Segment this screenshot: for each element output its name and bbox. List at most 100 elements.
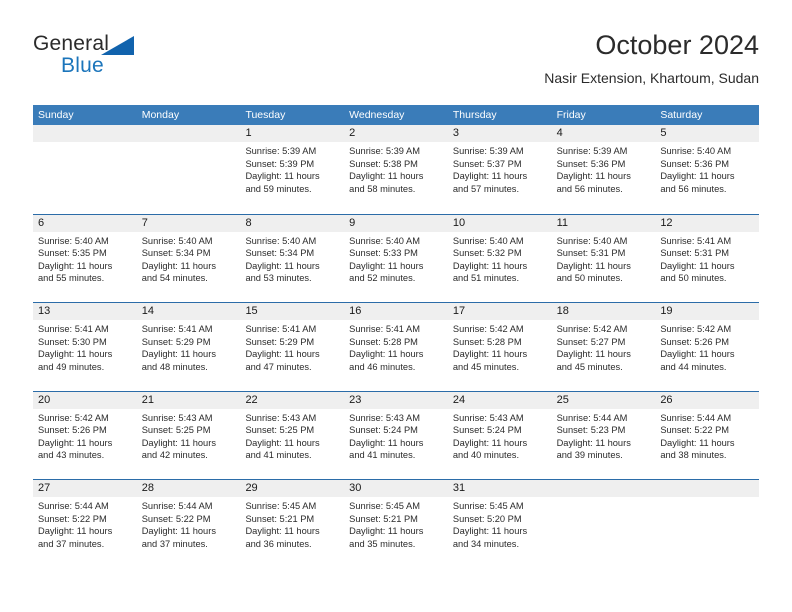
calendar-day-cell[interactable]: 21 Sunrise: 5:43 AM Sunset: 5:25 PM Dayligh…	[136, 391, 241, 480]
day-info-line: Sunset: 5:28 PM	[349, 336, 418, 347]
day-info-line: Daylight: 11 hours	[349, 437, 424, 448]
day-info-line: Daylight: 11 hours	[452, 349, 528, 360]
calendar-day-cell[interactable]: 20 Sunrise: 5:42 AM Sunset: 5:26 PM Dayligh…	[33, 391, 137, 480]
calendar-day-cell[interactable]: 8 Sunrise: 5:40 AM Sunset: 5:34 PM Daylight…	[240, 214, 345, 303]
day-sun-info: Sunrise: 5:42 AM Sunset: 5:26 PM Daylight:…	[655, 320, 759, 373]
day-info-line: Daylight: 11 hours	[245, 349, 320, 360]
calendar-day-cell[interactable]: 4 Sunrise: 5:39 AM Sunset: 5:36 PM Daylight…	[551, 125, 656, 214]
calendar-day-cell[interactable]: 11 Sunrise: 5:40 AM Sunset: 5:31 PM Dayligh…	[551, 214, 656, 303]
title-block: October 2024 Nasir Extension, Khartoum, …	[544, 28, 759, 89]
day-info-line: Daylight: 11 hours	[349, 349, 424, 360]
calendar-day-cell[interactable]: 15 Sunrise: 5:41 AM Sunset: 5:29 PM Dayligh…	[240, 303, 345, 391]
day-info-line: and 51 minutes.	[452, 273, 520, 284]
day-info-line: Daylight: 11 hours	[556, 260, 631, 271]
day-info-line: Daylight: 11 hours	[349, 526, 424, 537]
day-info-line: and 56 minutes.	[660, 183, 727, 194]
calendar-day-cell[interactable]: 6 Sunrise: 5:40 AM Sunset: 5:35 PM Daylight…	[33, 214, 137, 303]
calendar-day-cell[interactable]: 3 Sunrise: 5:39 AM Sunset: 5:37 PM Daylight…	[447, 125, 552, 214]
weekday-header-thursday: Thursday	[452, 109, 497, 121]
calendar-day-cell[interactable]: 22 Sunrise: 5:43 AM Sunset: 5:25 PM Dayligh…	[240, 391, 345, 480]
day-sun-info: Sunrise: 5:41 AM Sunset: 5:28 PM Daylight:…	[344, 320, 448, 373]
day-info-line: Sunrise: 5:42 AM	[38, 412, 109, 423]
page-header: General Blue October 2024 Nasir Extensio…	[33, 28, 759, 98]
day-sun-info: Sunrise: 5:44 AM Sunset: 5:22 PM Daylight:…	[655, 409, 759, 462]
calendar-day-cell[interactable]: 10 Sunrise: 5:40 AM Sunset: 5:32 PM Dayligh…	[447, 214, 552, 303]
day-number: 25	[551, 391, 656, 409]
day-info-line: Sunset: 5:31 PM	[660, 248, 730, 259]
day-number	[33, 125, 137, 142]
day-info-line: Sunset: 5:34 PM	[141, 248, 211, 259]
day-number: 19	[655, 303, 760, 320]
calendar-day-cell[interactable]: 24 Sunrise: 5:43 AM Sunset: 5:24 PM Dayligh…	[447, 391, 552, 480]
calendar-day-cell[interactable]: 7 Sunrise: 5:40 AM Sunset: 5:34 PM Daylight…	[136, 214, 241, 303]
day-info-line: Sunset: 5:36 PM	[660, 158, 730, 169]
calendar-day-cell[interactable]: 28 Sunrise: 5:44 AM Sunset: 5:22 PM Dayligh…	[136, 480, 241, 568]
day-number: 18	[551, 303, 656, 320]
day-info-line: and 38 minutes.	[660, 450, 727, 461]
day-info-line: Sunset: 5:27 PM	[556, 336, 626, 347]
brand-name-general: General	[33, 32, 110, 55]
day-info-line: and 41 minutes.	[245, 450, 312, 461]
calendar-day-cell[interactable]: 27 Sunrise: 5:44 AM Sunset: 5:22 PM Dayligh…	[33, 480, 137, 568]
day-info-line: Sunset: 5:22 PM	[660, 425, 730, 436]
calendar-day-cell[interactable]: 2 Sunrise: 5:39 AM Sunset: 5:38 PM Daylight…	[344, 125, 448, 214]
day-info-line: and 53 minutes.	[245, 273, 312, 284]
calendar-day-cell[interactable]: 25 Sunrise: 5:44 AM Sunset: 5:23 PM Dayligh…	[551, 391, 656, 480]
calendar-day-cell[interactable]: 31 Sunrise: 5:45 AM Sunset: 5:20 PM Dayligh…	[447, 480, 552, 568]
day-info-line: and 44 minutes.	[660, 361, 727, 372]
day-info-line: and 52 minutes.	[349, 273, 416, 284]
day-number: 21	[136, 391, 241, 409]
day-info-line: Daylight: 11 hours	[349, 260, 424, 271]
day-info-line: Daylight: 11 hours	[38, 437, 113, 448]
day-info-line: Sunrise: 5:41 AM	[349, 324, 420, 334]
calendar-day-cell[interactable]: 18 Sunrise: 5:42 AM Sunset: 5:27 PM Dayligh…	[551, 303, 656, 391]
day-info-line: Sunrise: 5:44 AM	[141, 501, 213, 511]
calendar-day-cell[interactable]: 12 Sunrise: 5:41 AM Sunset: 5:31 PM Dayligh…	[655, 214, 760, 303]
calendar-day-cell[interactable]: 29 Sunrise: 5:45 AM Sunset: 5:21 PM Dayligh…	[240, 480, 345, 568]
day-sun-info: Sunrise: 5:45 AM Sunset: 5:21 PM Daylight:…	[240, 497, 344, 550]
calendar-day-cell[interactable]: 17 Sunrise: 5:42 AM Sunset: 5:28 PM Dayligh…	[447, 303, 552, 391]
day-info-line: and 35 minutes.	[349, 538, 416, 549]
day-info-line: Sunset: 5:28 PM	[452, 336, 522, 347]
day-info-line: Daylight: 11 hours	[349, 171, 424, 182]
calendar-day-cell[interactable]: 30 Sunrise: 5:45 AM Sunset: 5:21 PM Dayligh…	[344, 480, 448, 568]
calendar-day-cell[interactable]: 23 Sunrise: 5:43 AM Sunset: 5:24 PM Dayligh…	[344, 391, 448, 480]
day-number: 5	[655, 125, 760, 142]
day-number: 23	[344, 391, 448, 409]
calendar-day-cell[interactable]: 19 Sunrise: 5:42 AM Sunset: 5:26 PM Dayligh…	[655, 303, 760, 391]
day-sun-info: Sunrise: 5:40 AM Sunset: 5:31 PM Daylight:…	[552, 232, 656, 285]
day-sun-info: Sunrise: 5:41 AM Sunset: 5:29 PM Daylight:…	[240, 320, 344, 373]
calendar-day-cell[interactable]: 26 Sunrise: 5:44 AM Sunset: 5:22 PM Dayligh…	[655, 391, 760, 480]
calendar-day-cell[interactable]: 5 Sunrise: 5:40 AM Sunset: 5:36 PM Daylight…	[655, 125, 760, 214]
day-info-line: Daylight: 11 hours	[245, 260, 320, 271]
calendar-page: General Blue October 2024 Nasir Extensio…	[0, 0, 792, 612]
calendar-day-cell[interactable]: 16 Sunrise: 5:41 AM Sunset: 5:28 PM Dayligh…	[344, 303, 448, 391]
day-number: 10	[447, 214, 552, 232]
day-sun-info: Sunrise: 5:40 AM Sunset: 5:35 PM Daylight:…	[33, 232, 137, 285]
day-info-line: and 54 minutes.	[141, 273, 208, 284]
calendar-day-cell[interactable]: 9 Sunrise: 5:40 AM Sunset: 5:33 PM Daylight…	[344, 214, 448, 303]
day-info-line: Daylight: 11 hours	[141, 526, 216, 537]
calendar-day-cell[interactable]: 1 Sunrise: 5:39 AM Sunset: 5:39 PM Daylight…	[240, 125, 345, 214]
calendar-day-cell[interactable]: 13 Sunrise: 5:41 AM Sunset: 5:30 PM Dayligh…	[33, 303, 137, 391]
day-info-line: and 57 minutes.	[452, 183, 520, 194]
day-sun-info: Sunrise: 5:42 AM Sunset: 5:27 PM Daylight:…	[552, 320, 656, 373]
day-number: 27	[33, 480, 137, 497]
day-sun-info: Sunrise: 5:43 AM Sunset: 5:25 PM Daylight:…	[137, 409, 241, 462]
day-info-line: Sunset: 5:32 PM	[452, 248, 522, 259]
day-sun-info: Sunrise: 5:40 AM Sunset: 5:34 PM Daylight:…	[137, 232, 241, 285]
day-info-line: Sunset: 5:20 PM	[452, 513, 522, 524]
day-info-line: and 42 minutes.	[141, 450, 208, 461]
day-info-line: and 50 minutes.	[556, 273, 623, 284]
day-info-line: Sunrise: 5:39 AM	[556, 146, 628, 156]
day-info-line: Sunset: 5:22 PM	[38, 513, 107, 524]
day-info-line: and 45 minutes.	[556, 361, 623, 372]
day-info-line: and 59 minutes.	[245, 183, 312, 194]
brand-name-blue: Blue	[61, 54, 104, 77]
calendar-day-cell[interactable]: 14 Sunrise: 5:41 AM Sunset: 5:29 PM Dayligh…	[136, 303, 241, 391]
day-info-line: Sunset: 5:29 PM	[141, 336, 211, 347]
day-info-line: Sunrise: 5:40 AM	[556, 235, 628, 246]
day-info-line: and 46 minutes.	[349, 361, 416, 372]
calendar-day-cell-empty	[655, 480, 760, 568]
calendar-week-row: 6 Sunrise: 5:40 AM Sunset: 5:35 PM Daylight…	[33, 213, 760, 303]
